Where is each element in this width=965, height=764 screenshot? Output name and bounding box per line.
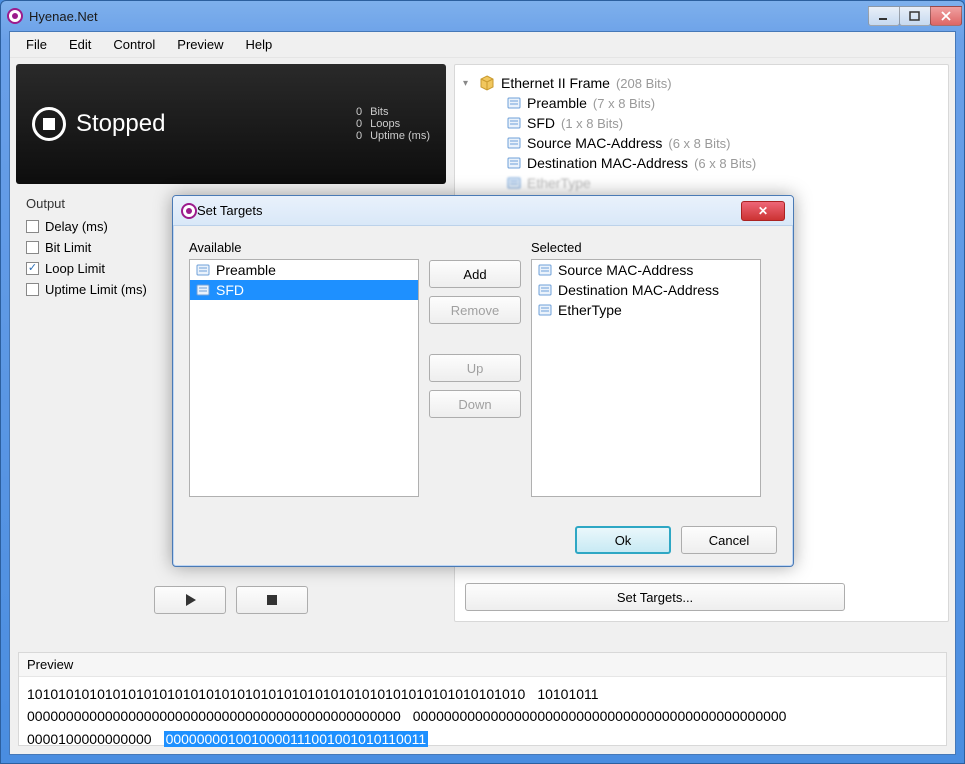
set-targets-dialog: Set Targets ✕ Available PreambleSFD Add … xyxy=(172,195,794,567)
preview-segment[interactable]: 1010101010101010101010101010101010101010… xyxy=(27,686,525,702)
menubar: File Edit Control Preview Help xyxy=(10,32,955,58)
window-title: Hyenae.Net xyxy=(29,9,869,24)
menu-file[interactable]: File xyxy=(16,34,57,55)
titlebar[interactable]: Hyenae.Net xyxy=(1,1,964,31)
selected-listbox[interactable]: Source MAC-AddressDestination MAC-Addres… xyxy=(531,259,761,497)
tree-root[interactable]: ▾ Ethernet II Frame (208 Bits) xyxy=(463,73,940,93)
status-text: Stopped xyxy=(76,110,165,138)
menu-help[interactable]: Help xyxy=(236,34,283,55)
menu-control[interactable]: Control xyxy=(103,34,165,55)
status-stats: 0Bits 0Loops 0Uptime (ms) xyxy=(332,106,430,142)
tree-item[interactable]: Source MAC-Address (6 x 8 Bits) xyxy=(507,133,940,153)
dialog-close-button[interactable]: ✕ xyxy=(741,201,785,221)
preview-body[interactable]: 1010101010101010101010101010101010101010… xyxy=(19,677,946,756)
list-item[interactable]: SFD xyxy=(190,280,418,300)
available-listbox[interactable]: PreambleSFD xyxy=(189,259,419,497)
preview-heading: Preview xyxy=(19,653,946,677)
stop-button[interactable] xyxy=(236,586,308,614)
preview-segment[interactable]: 0000100000000000 xyxy=(27,731,152,747)
down-button[interactable]: Down xyxy=(429,390,521,418)
tree-item[interactable]: SFD (1 x 8 Bits) xyxy=(507,113,940,133)
checkbox-delay[interactable] xyxy=(26,220,39,233)
set-targets-button[interactable]: Set Targets... xyxy=(465,583,845,611)
play-icon xyxy=(184,594,196,606)
checkbox-uptimelimit[interactable] xyxy=(26,283,39,296)
app-icon xyxy=(7,8,23,24)
dialog-app-icon xyxy=(181,203,197,219)
list-item[interactable]: EtherType xyxy=(532,300,760,320)
stop-square-icon xyxy=(266,594,278,606)
menu-preview[interactable]: Preview xyxy=(167,34,233,55)
tree-item[interactable]: EtherType xyxy=(507,173,940,193)
add-button[interactable]: Add xyxy=(429,260,521,288)
list-item[interactable]: Preamble xyxy=(190,260,418,280)
stop-icon xyxy=(32,107,66,141)
menu-edit[interactable]: Edit xyxy=(59,34,101,55)
status-panel: Stopped 0Bits 0Loops 0Uptime (ms) xyxy=(16,64,446,184)
preview-segment[interactable]: 0000000010010000111001001010110011 xyxy=(164,731,429,747)
preview-segment[interactable]: 0000000000000000000000000000000000000000… xyxy=(413,708,787,724)
checkbox-bitlimit[interactable] xyxy=(26,241,39,254)
up-button[interactable]: Up xyxy=(429,354,521,382)
selected-label: Selected xyxy=(531,240,761,255)
checkbox-looplimit[interactable] xyxy=(26,262,39,275)
minimize-button[interactable] xyxy=(868,6,900,26)
tree-item[interactable]: Destination MAC-Address (6 x 8 Bits) xyxy=(507,153,940,173)
preview-segment[interactable]: 10101011 xyxy=(537,686,598,702)
dialog-title: Set Targets xyxy=(197,203,741,218)
dialog-titlebar[interactable]: Set Targets ✕ xyxy=(173,196,793,226)
ok-button[interactable]: Ok xyxy=(575,526,671,554)
list-item[interactable]: Destination MAC-Address xyxy=(532,280,760,300)
play-button[interactable] xyxy=(154,586,226,614)
expand-icon[interactable]: ▾ xyxy=(463,78,473,89)
close-button[interactable] xyxy=(930,6,962,26)
remove-button[interactable]: Remove xyxy=(429,296,521,324)
cube-icon xyxy=(479,75,495,91)
preview-segment[interactable]: 0000000000000000000000000000000000000000… xyxy=(27,708,401,724)
cancel-button[interactable]: Cancel xyxy=(681,526,777,554)
preview-panel: Preview 10101010101010101010101010101010… xyxy=(18,652,947,746)
maximize-button[interactable] xyxy=(899,6,931,26)
available-label: Available xyxy=(189,240,419,255)
list-item[interactable]: Source MAC-Address xyxy=(532,260,760,280)
tree-item[interactable]: Preamble (7 x 8 Bits) xyxy=(507,93,940,113)
